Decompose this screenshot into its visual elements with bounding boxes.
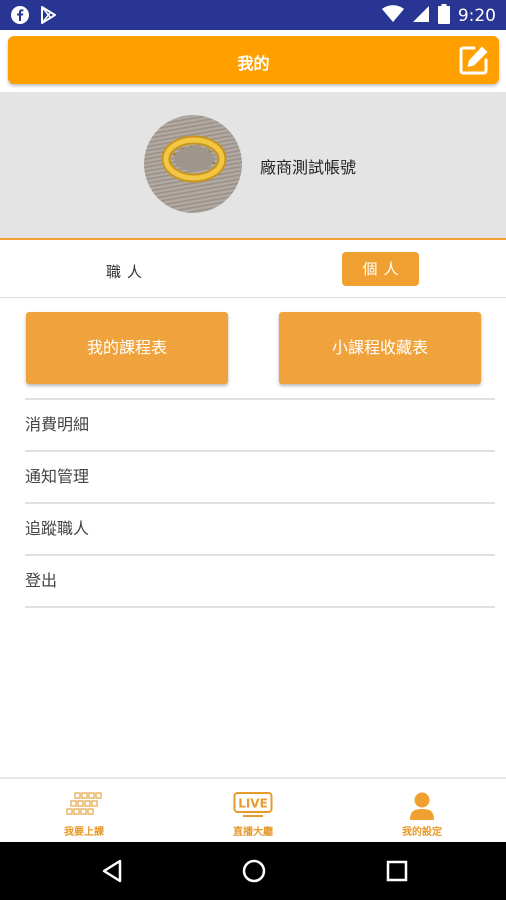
android-nav-bar <box>0 842 506 900</box>
home-icon[interactable] <box>239 856 269 886</box>
profile-section: 廠商測試帳號 <box>0 92 506 240</box>
status-time: 9:20 <box>457 6 496 26</box>
username: 廠商測試帳號 <box>260 158 357 177</box>
role-toggle: 職人 個人 <box>0 242 506 298</box>
wifi-icon <box>381 5 404 27</box>
bottom-nav: 我要上課 LIVE 直播大廳 我的設定 <box>0 777 506 842</box>
play-store-icon <box>40 5 58 29</box>
tab-craftsman[interactable]: 職人 <box>106 261 148 282</box>
recents-icon[interactable] <box>382 856 412 886</box>
nav-live-label: 直播大廳 <box>233 827 273 838</box>
favorites-button[interactable]: 小課程收藏表 <box>279 312 481 384</box>
battery-icon <box>437 4 450 28</box>
nav-settings[interactable]: 我的設定 <box>338 779 506 844</box>
grid-icon <box>66 791 102 823</box>
app-header: 我的 <box>8 36 499 84</box>
nav-settings-label: 我的設定 <box>402 827 442 838</box>
status-bar: 9:20 <box>0 0 506 30</box>
back-icon[interactable] <box>98 856 128 886</box>
menu-item-notifications[interactable]: 通知管理 <box>25 452 495 504</box>
settings-menu: 消費明細 通知管理 追蹤職人 登出 <box>25 398 495 608</box>
nav-classes[interactable]: 我要上課 <box>0 779 168 844</box>
tab-personal[interactable]: 個人 <box>342 252 419 286</box>
nav-live[interactable]: LIVE 直播大廳 <box>169 779 337 844</box>
menu-item-spending[interactable]: 消費明細 <box>25 400 495 452</box>
edit-icon[interactable] <box>457 43 491 77</box>
my-schedule-button[interactable]: 我的課程表 <box>26 312 228 384</box>
signal-icon <box>412 5 430 27</box>
live-icon: LIVE <box>233 791 273 823</box>
avatar[interactable] <box>144 115 242 213</box>
menu-item-logout[interactable]: 登出 <box>25 556 495 608</box>
page-title: 我的 <box>237 54 270 73</box>
person-icon <box>408 791 436 825</box>
svg-text:LIVE: LIVE <box>238 797 268 811</box>
facebook-icon <box>10 5 30 29</box>
menu-item-following[interactable]: 追蹤職人 <box>25 504 495 556</box>
nav-classes-label: 我要上課 <box>64 827 104 838</box>
